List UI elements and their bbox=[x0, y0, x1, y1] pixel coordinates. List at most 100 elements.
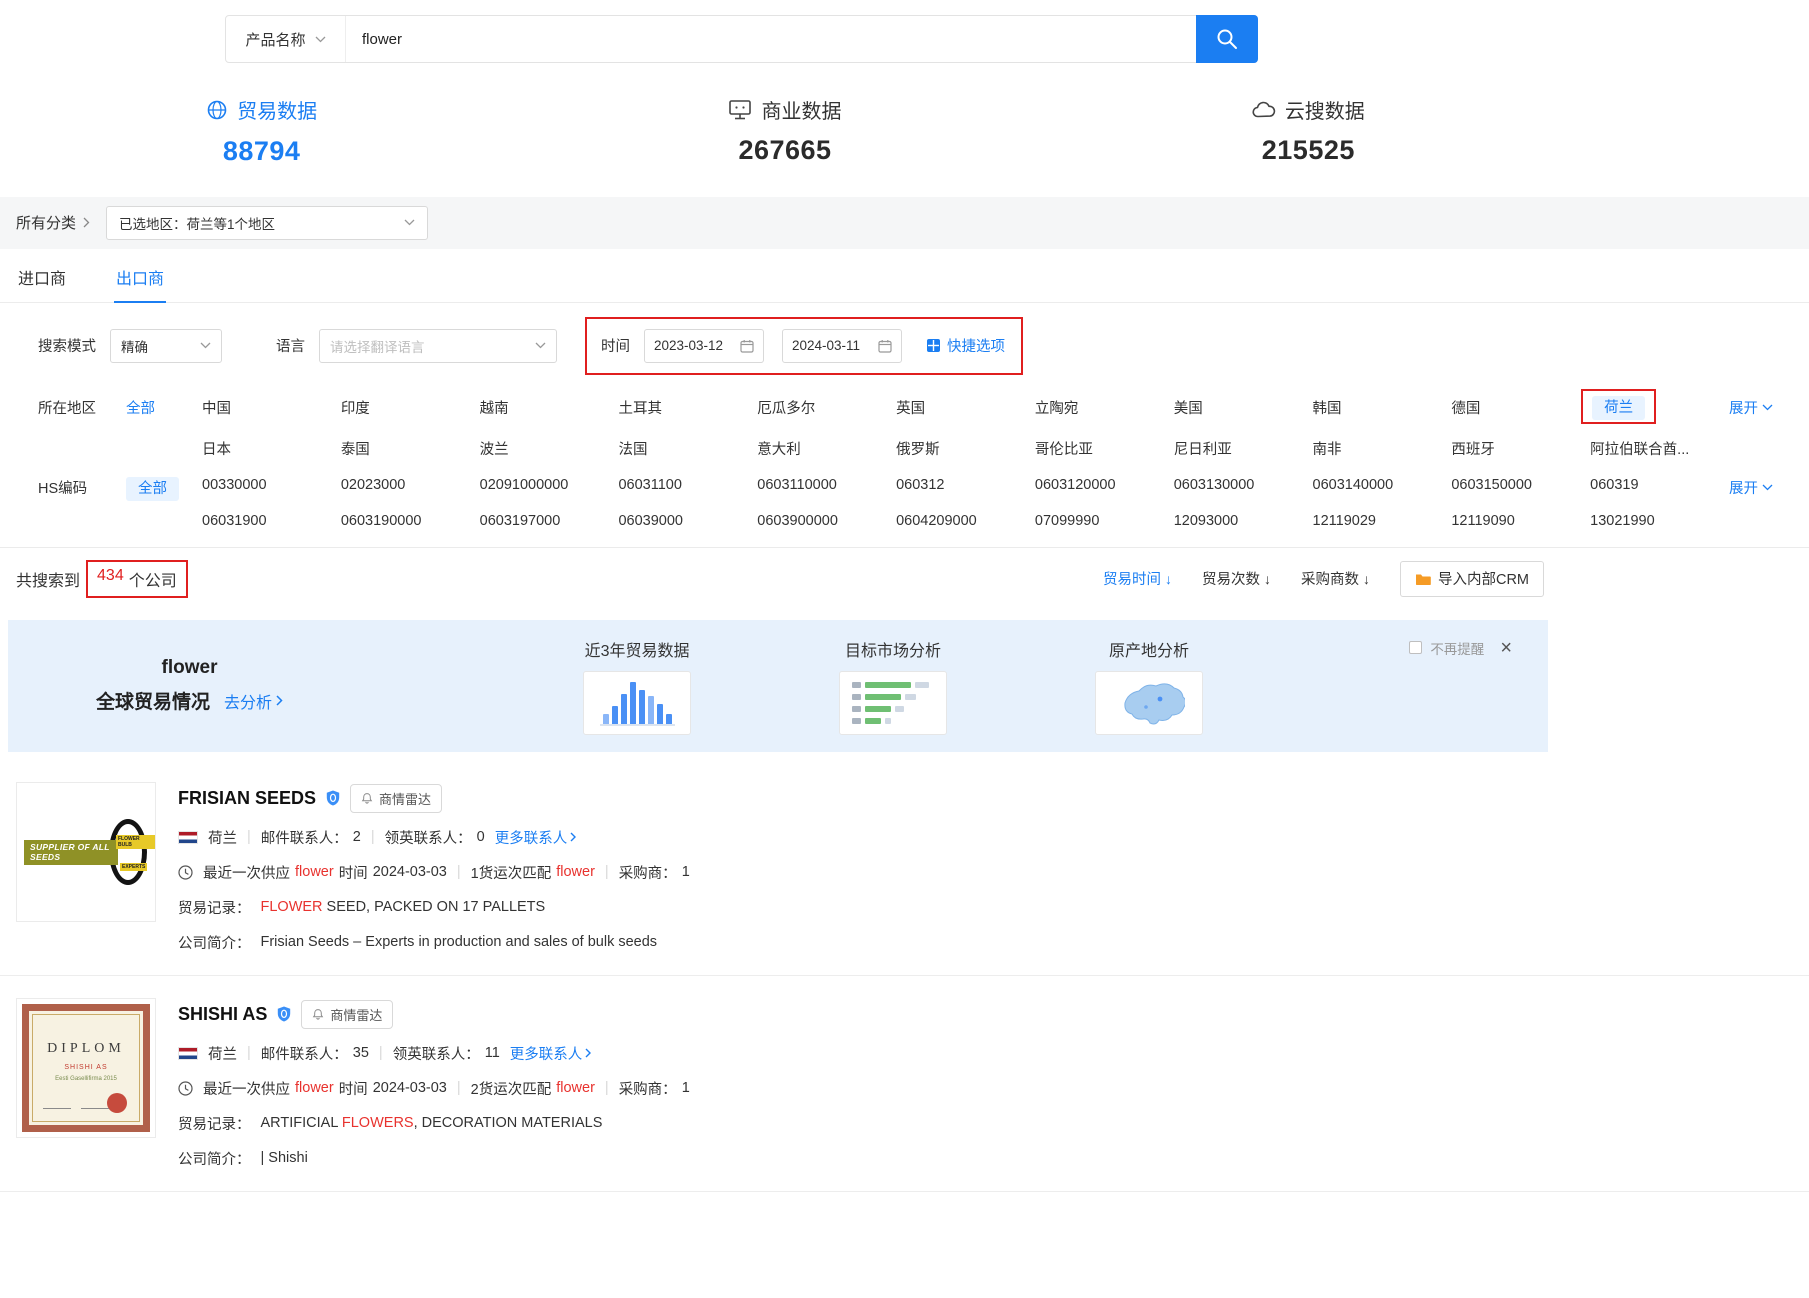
hs-item[interactable]: 12093000 bbox=[1174, 509, 1313, 529]
hs-item[interactable]: 0603120000 bbox=[1035, 473, 1174, 493]
hs-item[interactable]: 13021990 bbox=[1590, 509, 1729, 529]
clock-icon bbox=[178, 865, 193, 880]
region-item[interactable]: 土耳其 bbox=[618, 393, 757, 418]
hs-item[interactable]: 12119029 bbox=[1313, 509, 1452, 529]
supply-row: 最近一次供应 flower 时间 2024-03-03 | 1货运次匹配 flo… bbox=[178, 862, 690, 883]
radar-badge[interactable]: 商情雷达 bbox=[350, 784, 442, 813]
breadcrumb[interactable]: 所有分类 bbox=[16, 212, 90, 233]
company-name[interactable]: FRISIAN SEEDS bbox=[178, 788, 316, 809]
more-contacts-link[interactable]: 更多联系人 bbox=[510, 1043, 592, 1064]
region-grid: 中国 印度 越南 土耳其 厄瓜多尔 英国 立陶宛 美国 韩国 德国 荷兰 日本 … bbox=[202, 393, 1729, 459]
region-expand-link[interactable]: 展开 bbox=[1729, 393, 1793, 418]
region-item[interactable]: 英国 bbox=[896, 393, 1035, 418]
region-item[interactable]: 越南 bbox=[480, 393, 619, 418]
search-button[interactable] bbox=[1196, 15, 1258, 63]
region-all[interactable]: 全部 bbox=[126, 393, 202, 418]
region-item[interactable]: 泰国 bbox=[341, 434, 480, 459]
region-item[interactable]: 法国 bbox=[618, 434, 757, 459]
hs-item[interactable]: 02023000 bbox=[341, 473, 480, 493]
search-mode-label: 搜索模式 bbox=[38, 335, 96, 356]
hs-expand-link[interactable]: 展开 bbox=[1729, 473, 1793, 498]
tab-importers[interactable]: 进口商 bbox=[16, 249, 68, 302]
selected-region-dropdown[interactable]: 已选地区：荷兰等1个地区 bbox=[106, 206, 428, 240]
hs-item[interactable]: 0603150000 bbox=[1451, 473, 1590, 493]
region-item[interactable]: 厄瓜多尔 bbox=[757, 393, 896, 418]
chevron-down-icon bbox=[1762, 404, 1773, 411]
sort-buyer-count[interactable]: 采购商数 ↓ bbox=[1301, 568, 1370, 589]
hbar-chart-thumbnail bbox=[839, 671, 947, 735]
search-section: 产品名称 bbox=[0, 0, 1809, 63]
buyer-count: 采购商：1 bbox=[619, 1078, 690, 1099]
search-category-dropdown[interactable]: 产品名称 bbox=[226, 16, 346, 62]
results-suffix: 个公司 bbox=[129, 567, 177, 591]
region-item[interactable]: 俄罗斯 bbox=[896, 434, 1035, 459]
region-item[interactable]: 立陶宛 bbox=[1035, 393, 1174, 418]
card-origin-analysis[interactable]: 原产地分析 bbox=[1095, 637, 1203, 735]
region-item-selected[interactable]: 荷兰 bbox=[1592, 396, 1645, 420]
hs-item[interactable]: 060312 bbox=[896, 473, 1035, 493]
hs-all[interactable]: 全部 bbox=[126, 473, 202, 498]
go-analyze-link[interactable]: 去分析 bbox=[224, 689, 283, 713]
more-contacts-link[interactable]: 更多联系人 bbox=[495, 827, 577, 848]
region-item[interactable]: 哥伦比亚 bbox=[1035, 434, 1174, 459]
region-filter-label: 所在地区 bbox=[38, 393, 126, 418]
region-item[interactable]: 尼日利亚 bbox=[1174, 434, 1313, 459]
search-input[interactable] bbox=[346, 16, 1197, 62]
region-item[interactable]: 波兰 bbox=[480, 434, 619, 459]
hs-item[interactable]: 06031100 bbox=[618, 473, 757, 493]
hs-item[interactable]: 0603130000 bbox=[1174, 473, 1313, 493]
stat-trade-data[interactable]: 贸易数据 88794 bbox=[0, 95, 523, 167]
hs-item[interactable]: 06031900 bbox=[202, 509, 341, 529]
date-from-input[interactable]: 2023-03-12 bbox=[644, 329, 764, 363]
hs-item[interactable]: 07099990 bbox=[1035, 509, 1174, 529]
company-logo[interactable]: DIPLOM SHISHI AS Eesti Gasellifirma 2015 bbox=[16, 998, 156, 1138]
region-item[interactable]: 南非 bbox=[1313, 434, 1452, 459]
date-to-input[interactable]: 2024-03-11 bbox=[782, 329, 902, 363]
dismiss-checkbox[interactable] bbox=[1409, 641, 1422, 654]
radar-badge[interactable]: 商情雷达 bbox=[301, 1000, 393, 1029]
globe-icon bbox=[206, 99, 228, 121]
hs-filter-label: HS编码 bbox=[38, 473, 126, 498]
region-item[interactable]: 韩国 bbox=[1313, 393, 1452, 418]
stat-business-data[interactable]: 商业数据 267665 bbox=[523, 95, 1046, 167]
hs-item[interactable]: 0603197000 bbox=[480, 509, 619, 529]
hs-item[interactable]: 0603140000 bbox=[1313, 473, 1452, 493]
sort-trade-time[interactable]: 贸易时间 ↓ bbox=[1103, 568, 1172, 589]
contact-row: 荷兰 | 邮件联系人：2 | 领英联系人：0 更多联系人 bbox=[178, 827, 690, 848]
card-trade-3years[interactable]: 近3年贸易数据 bbox=[583, 637, 691, 735]
region-item[interactable]: 中国 bbox=[202, 393, 341, 418]
tab-exporters[interactable]: 出口商 bbox=[114, 249, 166, 303]
intro-text: Frisian Seeds – Experts in production an… bbox=[261, 934, 658, 950]
hs-item[interactable]: 06039000 bbox=[618, 509, 757, 529]
region-item[interactable]: 印度 bbox=[341, 393, 480, 418]
stat-label: 贸易数据 bbox=[237, 95, 317, 124]
close-icon[interactable]: × bbox=[1500, 638, 1512, 658]
hs-item[interactable]: 0603900000 bbox=[757, 509, 896, 529]
card-target-market[interactable]: 目标市场分析 bbox=[839, 637, 947, 735]
sort-down-icon: ↓ bbox=[1165, 571, 1172, 587]
region-item[interactable]: 阿拉伯联合酋... bbox=[1590, 434, 1729, 459]
language-dropdown[interactable]: 请选择翻译语言 bbox=[319, 329, 557, 363]
search-mode-dropdown[interactable]: 精确 bbox=[110, 329, 222, 363]
region-item[interactable]: 意大利 bbox=[757, 434, 896, 459]
hs-item[interactable]: 060319 bbox=[1590, 473, 1729, 493]
region-item[interactable]: 西班牙 bbox=[1451, 434, 1590, 459]
region-item[interactable]: 德国 bbox=[1451, 393, 1590, 418]
region-item[interactable]: 美国 bbox=[1174, 393, 1313, 418]
stat-cloud-data[interactable]: 云搜数据 215525 bbox=[1047, 95, 1570, 167]
company-name[interactable]: SHISHI AS bbox=[178, 1004, 267, 1025]
hs-item[interactable]: 0603110000 bbox=[757, 473, 896, 493]
hs-item[interactable]: 0604209000 bbox=[896, 509, 1035, 529]
company-logo[interactable]: SUPPLIER OF ALL SEEDS FLOWER BULB EXPERT… bbox=[16, 782, 156, 922]
quick-options-button[interactable]: 快捷选项 bbox=[926, 335, 1005, 356]
sort-trade-count[interactable]: 贸易次数 ↓ bbox=[1202, 568, 1271, 589]
certificate-title: DIPLOM bbox=[29, 1041, 143, 1057]
hs-item[interactable]: 00330000 bbox=[202, 473, 341, 493]
hs-item[interactable]: 02091000000 bbox=[480, 473, 619, 493]
region-item[interactable]: 日本 bbox=[202, 434, 341, 459]
hs-item[interactable]: 12119090 bbox=[1451, 509, 1590, 529]
hs-item[interactable]: 0603190000 bbox=[341, 509, 480, 529]
logo-tag: FLOWER BULB bbox=[116, 835, 155, 849]
sort-controls: 贸易时间 ↓ 贸易次数 ↓ 采购商数 ↓ 导入内部CRM bbox=[1103, 561, 1544, 597]
import-crm-button[interactable]: 导入内部CRM bbox=[1400, 561, 1544, 597]
